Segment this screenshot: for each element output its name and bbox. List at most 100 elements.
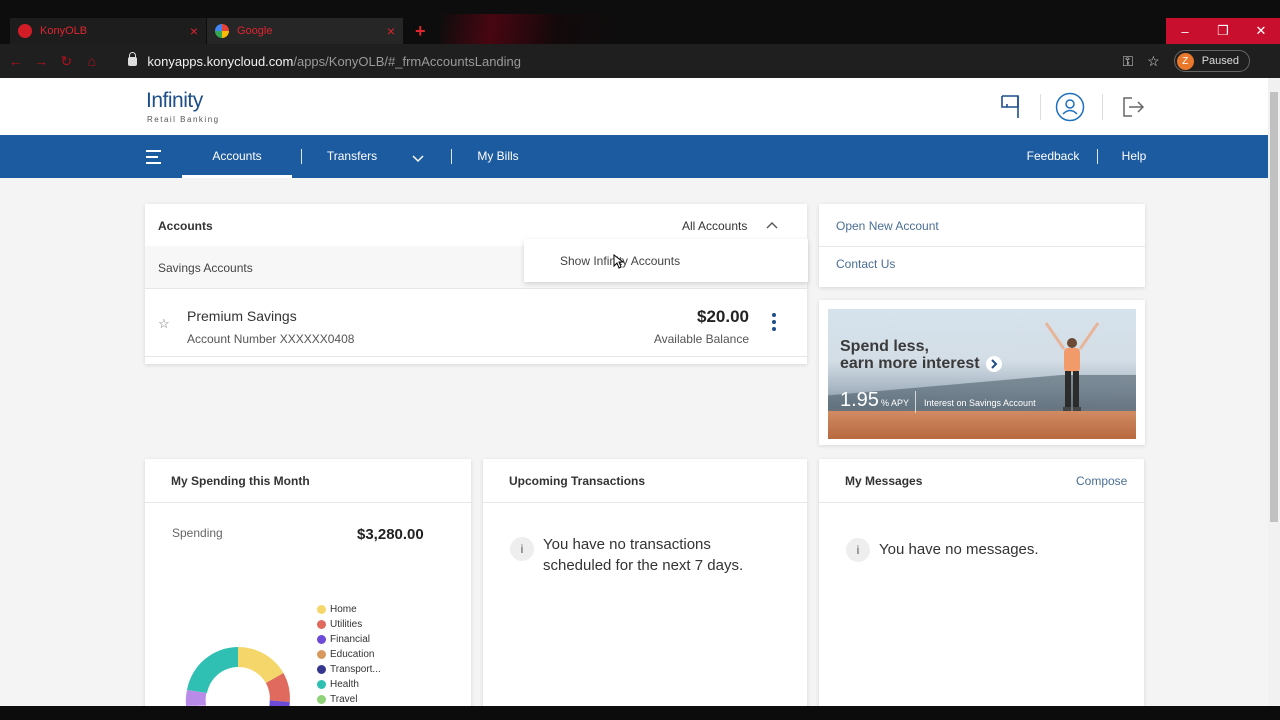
legend-dot [317,635,326,644]
legend-dot [317,620,326,629]
brand-logo[interactable]: Infinity [146,89,203,113]
tabstrip-background-decoration [440,14,700,44]
account-number: Account Number XXXXXX0408 [187,332,355,346]
nav-my-bills[interactable]: My Bills [466,135,530,178]
upcoming-title: Upcoming Transactions [509,474,646,488]
promo-rate: 1.95 [840,389,879,411]
browser-toolbar: ← → ↻ ⌂ konyapps.konycloud.com /apps/Kon… [0,44,1280,78]
spending-title: My Spending this Month [171,474,310,488]
header-divider [1102,94,1103,120]
scrollbar-thumb[interactable] [1270,92,1278,522]
divider [483,502,807,503]
spending-donut-chart[interactable] [173,619,305,706]
account-balance: $20.00 [697,307,749,326]
profile-status: Paused [1201,55,1240,67]
browser-tab-google[interactable]: Google × [207,18,403,44]
browser-tabstrip: KonyOLB × Google × + – ❐ ✕ [0,0,1280,44]
legend-item-home[interactable]: Home [317,602,381,617]
upcoming-empty-message: You have no transactions scheduled for t… [543,534,743,576]
logout-icon[interactable] [1118,92,1148,122]
restore-icon[interactable]: ❐ [1204,18,1242,44]
promo-person-illustration [1044,322,1100,411]
promo-note: Interest on Savings Account [924,398,1036,408]
back-arrow-icon[interactable]: ← [3,53,28,69]
key-icon[interactable]: ⚿ [1122,53,1133,70]
nav-help[interactable]: Help [1114,135,1154,178]
home-icon[interactable]: ⌂ [79,53,104,69]
browser-tab-konyolb[interactable]: KonyOLB × [10,18,206,44]
legend-label: Health [330,679,359,690]
divider [145,288,807,289]
nav-accounts[interactable]: Accounts [182,135,292,178]
more-options-kebab-icon[interactable] [769,313,779,334]
browser-tab-title: KonyOLB [40,25,88,37]
forward-arrow-icon[interactable]: → [28,53,53,69]
open-new-account-link[interactable]: Open New Account [836,219,939,233]
brand-tagline: Retail Banking [147,115,220,124]
url-host: konyapps.konycloud.com [147,53,294,69]
flag-icon[interactable] [995,92,1025,122]
promo-headline-line2: earn more interest [840,355,980,372]
messages-empty-message: You have no messages. [879,541,1039,558]
konyolb-favicon-icon [18,24,32,38]
promo-divider [915,391,916,413]
minimize-icon[interactable]: – [1166,18,1204,44]
lock-icon[interactable] [128,51,138,66]
page-scrollbar[interactable] [1268,78,1280,706]
legend-dot [317,650,326,659]
chevron-up-icon[interactable] [766,218,778,236]
nav-transfers[interactable]: Transfers [312,135,392,178]
address-bar[interactable]: konyapps.konycloud.com /apps/KonyOLB/#_f… [118,48,1122,74]
favorite-star-icon[interactable]: ☆ [158,316,170,332]
account-balance-label: Available Balance [653,332,749,346]
user-icon[interactable] [1055,92,1085,122]
transfers-chevron-down-icon[interactable] [412,151,424,169]
web-page: Infinity Retail Banking Accounts Transfe… [0,78,1268,706]
tab-close-icon[interactable]: × [387,24,395,38]
reload-icon[interactable]: ↻ [54,53,79,70]
bookmark-star-icon[interactable]: ☆ [1147,53,1160,70]
header-divider [1040,94,1041,120]
quick-links-card: Open New Account Contact Us [819,204,1145,287]
legend-item-transport[interactable]: Transport... [317,662,381,677]
account-name[interactable]: Premium Savings [187,308,297,324]
nav-feedback[interactable]: Feedback [1022,135,1084,178]
legend-item-utilities[interactable]: Utilities [317,617,381,632]
legend-item-financial[interactable]: Financial [317,632,381,647]
legend-dot [317,665,326,674]
info-icon: i [510,537,534,561]
legend-dot [317,695,326,704]
bottom-edge [0,706,1280,720]
nav-divider [1097,149,1098,164]
segment-health[interactable] [187,647,238,693]
legend-item-travel[interactable]: Travel [317,692,381,706]
empty-message-line1: You have no transactions [543,536,711,553]
legend-label: Financial [330,634,371,645]
window-close-icon[interactable]: ✕ [1242,18,1280,44]
promo-banner[interactable]: Spend less, earn more interest 1.95 % AP… [828,309,1136,439]
divider [145,356,807,357]
google-favicon-icon [215,24,229,38]
new-tab-plus-icon[interactable]: + [415,22,426,40]
main-navbar: Accounts Transfers My Bills Feedback Hel… [0,135,1268,178]
url-path: /apps/KonyOLB/#_frmAccountsLanding [293,53,521,69]
profile-button[interactable]: Z Paused [1173,50,1251,72]
accounts-filter-dropdown[interactable]: All Accounts [682,219,747,233]
screen: KonyOLB × Google × + – ❐ ✕ ← → ↻ ⌂ konya… [0,0,1280,720]
nav-divider [451,149,452,164]
compose-link[interactable]: Compose [1076,474,1127,488]
spending-amount: $3,280.00 [357,526,424,543]
legend-item-health[interactable]: Health [317,677,381,692]
promo-headline-line1: Spend less, [840,338,929,355]
upcoming-transactions-card: Upcoming Transactions i You have no tran… [483,459,807,706]
profile-avatar: Z [1176,52,1194,70]
menu-hamburger-icon[interactable] [146,150,161,168]
contact-us-link[interactable]: Contact Us [836,257,895,271]
tab-close-icon[interactable]: × [190,24,198,38]
chevron-right-circle-icon[interactable] [986,356,1002,372]
mouse-cursor-icon [613,254,625,269]
legend-item-education[interactable]: Education [317,647,381,662]
legend-label: Transport... [330,664,381,675]
app-header: Infinity Retail Banking [0,78,1268,135]
legend-label: Travel [330,694,358,705]
